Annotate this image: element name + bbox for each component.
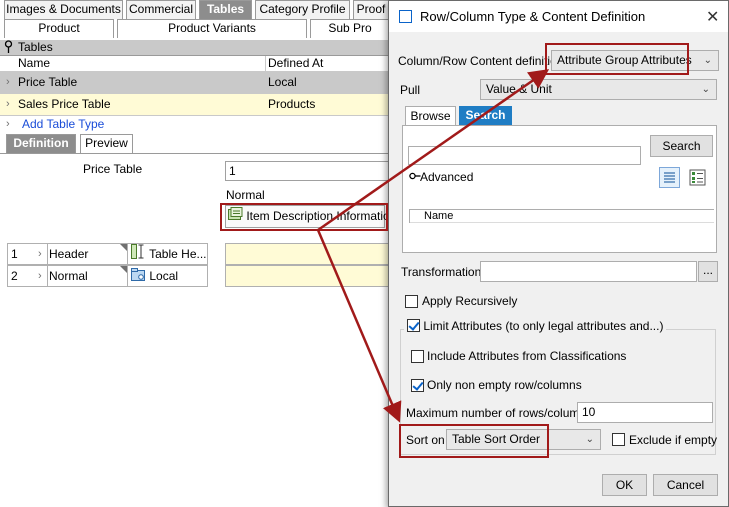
grid-row-content[interactable]: Table He...	[127, 243, 208, 265]
list-view-icon[interactable]	[659, 167, 680, 188]
apply-recursively-label: Apply Recursively	[422, 294, 518, 308]
pull-dropdown[interactable]: Value & Unit ⌄	[480, 79, 717, 100]
chevron-right-icon[interactable]: ›	[6, 72, 10, 94]
table-row[interactable]: › Sales Price Table Products	[0, 94, 392, 116]
subtab-sub-products[interactable]: Sub Pro	[310, 19, 390, 38]
grid-row-number: 1 ›	[7, 243, 48, 265]
grid-row-value[interactable]	[225, 265, 392, 287]
tables-title: Tables	[18, 40, 53, 54]
column-defined-at[interactable]: Defined At	[268, 56, 323, 71]
grid-row-content[interactable]: Local	[127, 265, 208, 287]
tab-browse[interactable]: Browse	[405, 106, 456, 126]
column-name[interactable]: Name	[18, 56, 50, 71]
advanced-toggle[interactable]: Advanced	[420, 170, 473, 184]
table-row[interactable]: › Price Table Local	[0, 72, 392, 94]
chevron-right-icon[interactable]: ›	[38, 266, 42, 286]
dialog-title: Row/Column Type & Content Definition	[420, 9, 646, 24]
only-non-empty-checkbox[interactable]	[411, 379, 424, 392]
tab-commercial[interactable]: Commercial	[126, 0, 196, 19]
table-header-icon	[131, 244, 146, 264]
grid-row-type[interactable]: Normal	[47, 265, 128, 287]
exclude-if-empty-label: Exclude if empty	[629, 433, 718, 447]
content-definition-highlight	[545, 43, 689, 75]
grid-view-icon[interactable]	[687, 167, 708, 188]
add-table-type-row: › Add Table Type	[0, 116, 392, 133]
tab-preview[interactable]: Preview	[80, 134, 133, 153]
limit-attributes-checkbox[interactable]	[407, 319, 420, 333]
tables-section-header: Tables	[0, 40, 392, 56]
table-row-defined: Products	[268, 97, 316, 111]
search-panel: Search Advanced Name	[402, 125, 717, 253]
close-icon[interactable]: ✕	[706, 7, 719, 27]
transformation-label: Transformation	[401, 265, 482, 279]
sort-on-highlight	[399, 424, 549, 458]
tab-tables[interactable]: Tables	[199, 0, 252, 19]
table-row-name: Sales Price Table	[18, 97, 111, 111]
chevron-right-icon[interactable]: ›	[6, 94, 10, 116]
subtab-product-variants[interactable]: Product Variants	[117, 19, 307, 38]
chevron-down-icon: ⌄	[585, 434, 594, 445]
include-classifications-label: Include Attributes from Classifications	[427, 349, 627, 363]
limit-group-header: Limit Attributes (to only legal attribut…	[404, 316, 667, 334]
only-non-empty-label: Only non empty row/columns	[427, 378, 582, 392]
include-classifications-checkbox[interactable]	[411, 350, 424, 363]
tab-search[interactable]: Search	[459, 106, 512, 126]
normal-label: Normal	[226, 188, 265, 202]
grid-row-value[interactable]	[225, 243, 392, 265]
search-button[interactable]: Search	[650, 135, 713, 157]
price-table-label: Price Table	[83, 162, 143, 176]
limit-attributes-label: Limit Attributes (to only legal attribut…	[423, 318, 664, 333]
cancel-button[interactable]: Cancel	[653, 474, 718, 496]
local-icon	[131, 267, 146, 286]
dialog-title-bar[interactable]: Row/Column Type & Content Definition ✕	[389, 1, 728, 32]
search-input[interactable]	[408, 146, 641, 165]
exclude-if-empty-checkbox[interactable]	[612, 433, 625, 446]
table-row-name: Price Table	[18, 75, 78, 89]
apply-recursively-checkbox[interactable]	[405, 295, 418, 308]
tab-images-documents[interactable]: Images & Documents	[4, 0, 123, 19]
tab-category-profile[interactable]: Category Profile	[255, 0, 350, 19]
item-description-highlight	[220, 203, 388, 231]
ok-button[interactable]: OK	[602, 474, 647, 496]
results-column-header: Name	[409, 209, 714, 223]
chevron-down-icon: ⌄	[703, 55, 712, 66]
content-definition-label: Column/Row Content definition	[398, 54, 564, 68]
name-column[interactable]: Name	[424, 210, 453, 222]
max-rows-input[interactable]: 10	[577, 402, 713, 423]
subtab-product[interactable]: Product	[4, 19, 114, 38]
table-row-defined: Local	[268, 75, 297, 89]
chevron-right-icon[interactable]: ›	[38, 244, 42, 264]
tab-proof[interactable]: Proof	[353, 0, 389, 19]
transformation-input[interactable]	[480, 261, 697, 282]
max-rows-label: Maximum number of rows/columns	[406, 406, 593, 420]
tab-definition[interactable]: Definition	[6, 134, 76, 153]
grid-row-type[interactable]: Header	[47, 243, 128, 265]
tables-column-header: Name Defined At	[0, 56, 392, 72]
pull-label: Pull	[400, 83, 421, 97]
window-icon	[399, 10, 412, 23]
transformation-browse-button[interactable]: ...	[698, 261, 718, 282]
chevron-down-icon: ⌄	[701, 84, 710, 95]
grid-row-number: 2 ›	[7, 265, 48, 287]
price-table-field[interactable]: 1	[225, 161, 392, 181]
